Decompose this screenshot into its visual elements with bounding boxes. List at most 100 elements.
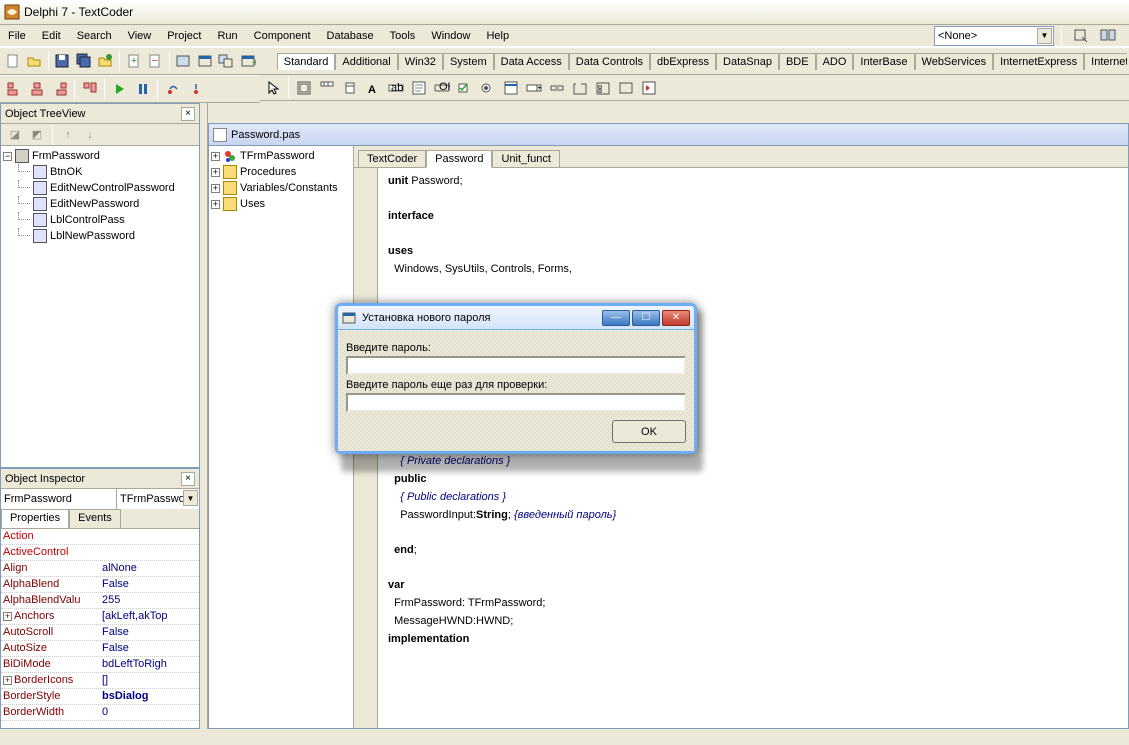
palette-tab-webservices[interactable]: WebServices: [915, 53, 994, 70]
config-combo[interactable]: <None> ▼: [934, 26, 1054, 46]
remove-file-icon[interactable]: −: [144, 50, 165, 73]
expand-icon[interactable]: +: [211, 152, 220, 161]
align-top-icon[interactable]: [78, 78, 101, 101]
listbox-icon[interactable]: [499, 76, 522, 99]
save-all-icon[interactable]: [73, 50, 94, 73]
menu-project[interactable]: Project: [159, 27, 209, 45]
save-icon[interactable]: [52, 50, 73, 73]
editor-tab-unitfunct[interactable]: Unit_funct: [492, 150, 560, 167]
tree-item[interactable]: EditNewPassword: [3, 196, 197, 212]
open-project-icon[interactable]: [95, 50, 116, 73]
palette-tab-datasnap[interactable]: DataSnap: [716, 53, 779, 70]
tool-icon-2[interactable]: [1096, 24, 1119, 47]
menu-search[interactable]: Search: [69, 27, 120, 45]
label-icon[interactable]: A: [361, 76, 384, 99]
actionlist-icon[interactable]: [637, 76, 660, 99]
radiogroup-icon[interactable]: [591, 76, 614, 99]
inspector-prop-row[interactable]: ActiveControl: [1, 545, 199, 561]
inspector-prop-row[interactable]: AlignalNone: [1, 561, 199, 577]
inspector-object-combo[interactable]: FrmPassword: [1, 489, 117, 509]
tree-item[interactable]: LblNewPassword: [3, 228, 197, 244]
inspector-grid[interactable]: ActionActiveControlAlignalNoneAlphaBlend…: [1, 529, 199, 728]
panel-icon[interactable]: [614, 76, 637, 99]
groupbox-icon[interactable]: [568, 76, 591, 99]
pause-icon[interactable]: [131, 78, 154, 101]
new-item-icon[interactable]: [2, 50, 23, 73]
open-icon[interactable]: [23, 50, 44, 73]
tool-icon-1[interactable]: [1069, 24, 1092, 47]
palette-tab-standard[interactable]: Standard: [277, 53, 336, 70]
close-icon[interactable]: ×: [181, 472, 195, 486]
checkbox-icon[interactable]: [453, 76, 476, 99]
collapse-icon[interactable]: −: [3, 152, 12, 161]
popupmenu-icon[interactable]: [338, 76, 361, 99]
tree-up-icon[interactable]: ↑: [58, 125, 78, 145]
inspector-prop-row[interactable]: +BorderIcons[]: [1, 673, 199, 689]
inspector-prop-row[interactable]: BorderWidth0: [1, 705, 199, 721]
maximize-button[interactable]: ☐: [632, 310, 660, 326]
align-left-icon[interactable]: [2, 78, 25, 101]
menu-run[interactable]: Run: [209, 27, 245, 45]
menu-view[interactable]: View: [120, 27, 160, 45]
tree-tool-1[interactable]: ◪: [5, 125, 25, 145]
editor-titlebar[interactable]: Password.pas: [209, 124, 1128, 146]
tree-root[interactable]: − FrmPassword: [3, 148, 197, 164]
expand-icon[interactable]: +: [3, 612, 12, 621]
add-file-icon[interactable]: +: [123, 50, 144, 73]
inspector-prop-row[interactable]: Action: [1, 529, 199, 545]
scrollbar-icon[interactable]: [545, 76, 568, 99]
menu-edit[interactable]: Edit: [34, 27, 69, 45]
struct-node[interactable]: +Variables/Constants: [211, 180, 351, 196]
tree-item[interactable]: BtnOK: [3, 164, 197, 180]
inspector-prop-row[interactable]: AutoScrollFalse: [1, 625, 199, 641]
palette-tab-system[interactable]: System: [443, 53, 494, 70]
editor-tab-password[interactable]: Password: [426, 150, 492, 168]
edit-icon[interactable]: ab|: [384, 76, 407, 99]
minimize-button[interactable]: —: [602, 310, 630, 326]
toggle-form-icon[interactable]: [216, 50, 237, 73]
tab-events[interactable]: Events: [69, 509, 121, 528]
inspector-type-combo[interactable]: TFrmPassword ▼: [117, 489, 199, 509]
step-into-icon[interactable]: [184, 78, 207, 101]
mainmenu-icon[interactable]: [315, 76, 338, 99]
close-icon[interactable]: ×: [181, 107, 195, 121]
palette-tab-win32[interactable]: Win32: [398, 53, 443, 70]
chevron-down-icon[interactable]: ▼: [1037, 28, 1052, 44]
menu-window[interactable]: Window: [423, 27, 478, 45]
tree-item[interactable]: EditNewControlPassword: [3, 180, 197, 196]
menu-database[interactable]: Database: [319, 27, 382, 45]
expand-icon[interactable]: +: [211, 168, 220, 177]
inspector-prop-row[interactable]: +Anchors[akLeft,akTop: [1, 609, 199, 625]
expand-icon[interactable]: +: [3, 676, 12, 685]
dialog-titlebar[interactable]: Установка нового пароля — ☐ ✕: [338, 306, 694, 330]
palette-tab-internetexpress[interactable]: InternetExpress: [993, 53, 1084, 70]
expand-icon[interactable]: +: [211, 200, 220, 209]
struct-node[interactable]: +TFrmPassword: [211, 148, 351, 164]
run-icon[interactable]: [108, 78, 131, 101]
new-form-icon[interactable]: +: [237, 50, 258, 73]
palette-tab-interbase[interactable]: InterBase: [853, 53, 914, 70]
menu-help[interactable]: Help: [478, 27, 517, 45]
tree-tool-2[interactable]: ◩: [27, 125, 47, 145]
cursor-icon[interactable]: [262, 76, 285, 99]
menu-tools[interactable]: Tools: [382, 27, 424, 45]
inspector-prop-row[interactable]: BiDiModebdLeftToRigh: [1, 657, 199, 673]
palette-tab-internet[interactable]: Internet: [1084, 53, 1127, 70]
ok-button[interactable]: OK: [612, 420, 686, 443]
object-tree[interactable]: − FrmPassword BtnOK EditNewControlPasswo…: [1, 146, 199, 467]
combobox-icon[interactable]: [522, 76, 545, 99]
password-input[interactable]: [346, 356, 686, 375]
palette-tab-dataaccess[interactable]: Data Access: [494, 53, 569, 70]
inspector-prop-row[interactable]: BorderStylebsDialog: [1, 689, 199, 705]
tree-down-icon[interactable]: ↓: [80, 125, 100, 145]
tree-item[interactable]: LblControlPass: [3, 212, 197, 228]
radiobutton-icon[interactable]: [476, 76, 499, 99]
close-button[interactable]: ✕: [662, 310, 690, 326]
menu-file[interactable]: File: [0, 27, 34, 45]
align-right-icon[interactable]: [48, 78, 71, 101]
view-unit-icon[interactable]: [173, 50, 194, 73]
step-over-icon[interactable]: [161, 78, 184, 101]
editor-tab-textcoder[interactable]: TextCoder: [358, 150, 426, 167]
inspector-prop-row[interactable]: AutoSizeFalse: [1, 641, 199, 657]
palette-tab-ado[interactable]: ADO: [816, 53, 854, 70]
